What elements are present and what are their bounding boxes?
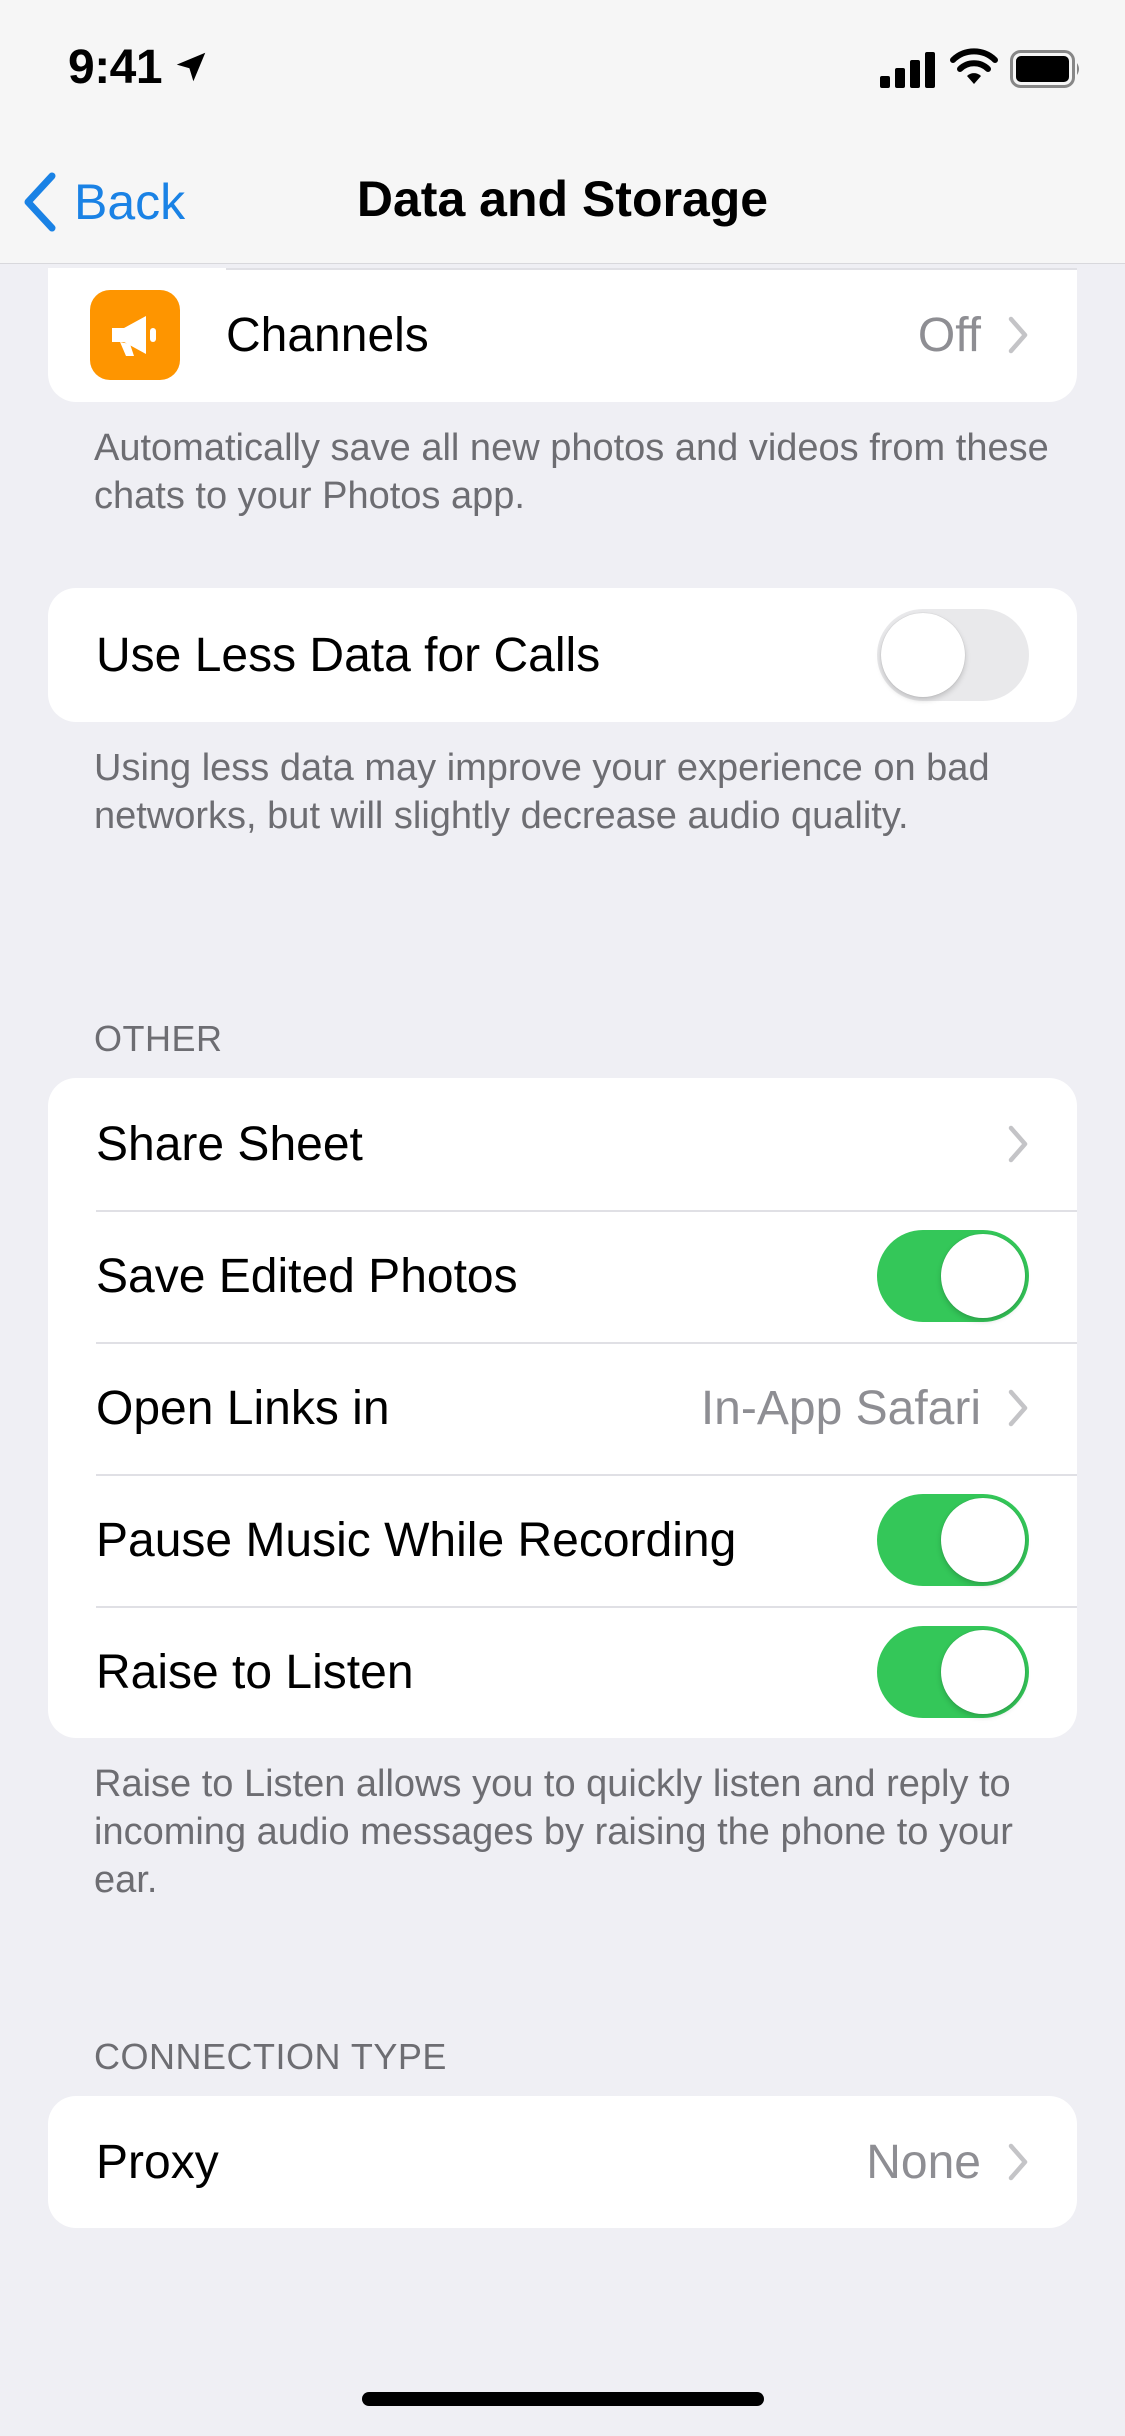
section-header-other: OTHER: [94, 1018, 223, 1059]
toggle-knob: [941, 1498, 1025, 1582]
megaphone-icon: [90, 290, 180, 380]
use-less-data-row: Use Less Data for Calls: [48, 588, 1077, 722]
raise-to-listen-label: Raise to Listen: [96, 1645, 414, 1699]
status-bar: 9:41: [0, 0, 1125, 140]
chevron-right-icon: [1008, 2143, 1028, 2181]
pause-music-label: Pause Music While Recording: [96, 1513, 737, 1567]
use-less-data-label: Use Less Data for Calls: [96, 628, 601, 682]
row-separator: [96, 1606, 1077, 1608]
channels-row[interactable]: Channels Off: [48, 268, 1077, 402]
screen: 9:41 Back Data and Storage Channels Off …: [0, 0, 1125, 2436]
raise-to-listen-footer: Raise to Listen allows you to quickly li…: [94, 1763, 1013, 1901]
channels-label: Channels: [226, 308, 429, 362]
open-links-row[interactable]: Open Links in In-App Safari: [48, 1342, 1077, 1474]
open-links-label: Open Links in: [96, 1381, 390, 1435]
row-separator: [96, 1474, 1077, 1476]
toggle-knob: [881, 613, 965, 697]
raise-to-listen-toggle[interactable]: [877, 1626, 1029, 1718]
save-edited-photos-toggle[interactable]: [877, 1230, 1029, 1322]
proxy-row[interactable]: Proxy None: [48, 2096, 1077, 2228]
raise-to-listen-row: Raise to Listen: [48, 1606, 1077, 1738]
autosave-footer: Automatically save all new photos and vi…: [94, 427, 1049, 517]
chevron-right-icon: [1008, 1125, 1028, 1163]
row-separator: [96, 1210, 1077, 1212]
chevron-right-icon: [1008, 316, 1028, 354]
proxy-label: Proxy: [96, 2135, 219, 2189]
battery-icon: [1010, 50, 1079, 88]
toggle-knob: [941, 1234, 1025, 1318]
row-separator: [96, 1342, 1077, 1344]
save-edited-photos-row: Save Edited Photos: [48, 1210, 1077, 1342]
pause-music-row: Pause Music While Recording: [48, 1474, 1077, 1606]
calls-footer: Using less data may improve your experie…: [94, 747, 990, 837]
other-group: Share Sheet Save Edited Photos Open Link…: [48, 1078, 1077, 1738]
navigation-bar: Back Data and Storage: [0, 140, 1125, 264]
use-less-data-toggle[interactable]: [877, 609, 1029, 701]
share-sheet-label: Share Sheet: [96, 1117, 363, 1171]
calls-group: Use Less Data for Calls: [48, 588, 1077, 722]
proxy-value: None: [866, 2135, 981, 2189]
location-arrow-icon: [176, 52, 206, 82]
page-title: Data and Storage: [356, 171, 769, 227]
home-indicator[interactable]: [362, 2392, 764, 2406]
toggle-knob: [941, 1630, 1025, 1714]
save-edited-photos-label: Save Edited Photos: [96, 1249, 518, 1303]
status-time: 9:41: [68, 41, 163, 94]
share-sheet-row[interactable]: Share Sheet: [48, 1078, 1077, 1210]
section-header-connection-type: CONNECTION TYPE: [94, 2036, 447, 2077]
cellular-signal-icon: [880, 52, 935, 88]
connection-group: Proxy None: [48, 2096, 1077, 2228]
channels-value: Off: [917, 308, 981, 362]
pause-music-toggle[interactable]: [877, 1494, 1029, 1586]
wifi-icon: [950, 48, 998, 84]
open-links-value: In-App Safari: [700, 1381, 981, 1435]
autosave-group: Channels Off: [48, 268, 1077, 402]
chevron-right-icon: [1008, 1389, 1028, 1427]
